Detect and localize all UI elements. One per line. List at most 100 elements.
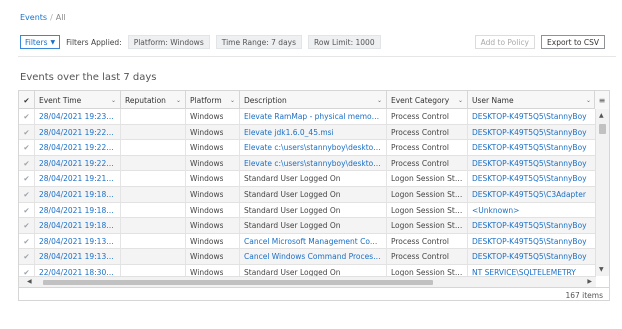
- cell-user-name[interactable]: DESKTOP-K49T5Q5\StannyBoy: [468, 233, 596, 249]
- cell-event-time[interactable]: 28/04/2021 19:22:48: [35, 124, 121, 140]
- cell-event-time-text[interactable]: 28/04/2021 19:18:15: [39, 221, 116, 230]
- cell-user-name-text[interactable]: DESKTOP-K49T5Q5\StannyBoy: [472, 221, 587, 230]
- select-all-checkbox[interactable]: ✔: [19, 91, 35, 109]
- table-row[interactable]: ✔ 28/04/2021 19:18:19 Windows Standard User…: [19, 202, 596, 219]
- row-checkbox[interactable]: ✔: [19, 233, 35, 249]
- chevron-down-icon[interactable]: ⌄: [377, 97, 382, 104]
- cell-user-name[interactable]: DESKTOP-K49T5Q5\StannyBoy: [468, 140, 596, 156]
- scroll-down-icon[interactable]: ▼: [599, 266, 604, 273]
- cell-user-name-text[interactable]: DESKTOP-K49T5Q5\StannyBoy: [472, 143, 587, 152]
- cell-user-name[interactable]: DESKTOP-K49T5Q5\StannyBoy: [468, 124, 596, 140]
- cell-description[interactable]: Elevate jdk1.6.0_45.msi: [240, 124, 387, 140]
- table-row[interactable]: ✔ 28/04/2021 19:22:38 Windows Elevate c:\us…: [19, 140, 596, 156]
- cell-description-text[interactable]: Cancel Microsoft Management Console: [244, 237, 382, 246]
- cell-event-time[interactable]: 28/04/2021 19:18:19: [35, 202, 121, 218]
- cell-event-time[interactable]: 28/04/2021 19:18:15: [35, 218, 121, 234]
- cell-description[interactable]: Elevate c:\users\stannyboy\desktop\de...: [240, 155, 387, 171]
- cell-user-name-text[interactable]: DESKTOP-K49T5Q5\StannyBoy: [472, 128, 587, 137]
- cell-description-text[interactable]: Elevate c:\users\stannyboy\desktop\de...: [244, 143, 382, 152]
- cell-event-time-text[interactable]: 28/04/2021 19:22:32: [39, 159, 116, 168]
- cell-description-text[interactable]: Cancel Windows Command Processor: [244, 252, 382, 261]
- cell-event-time-text[interactable]: 28/04/2021 19:18:51: [39, 190, 116, 199]
- cell-user-name[interactable]: NT SERVICE\SQLTELEMETRY: [468, 264, 596, 276]
- chevron-down-icon[interactable]: ⌄: [230, 97, 235, 104]
- cell-event-time-text[interactable]: 28/04/2021 19:23:12: [39, 112, 116, 121]
- cell-event-time-text[interactable]: 28/04/2021 19:13:39: [39, 252, 116, 261]
- cell-user-name-text[interactable]: NT SERVICE\SQLTELEMETRY: [472, 268, 576, 276]
- cell-event-time[interactable]: 28/04/2021 19:22:32: [35, 155, 121, 171]
- cell-user-name-text[interactable]: DESKTOP-K49T5Q5\StannyBoy: [472, 159, 587, 168]
- cell-user-name-text[interactable]: DESKTOP-K49T5Q5\C3Adapter: [472, 190, 586, 199]
- row-checkbox[interactable]: ✔: [19, 109, 35, 124]
- filter-chip-row-limit[interactable]: Row Limit: 1000: [308, 35, 381, 49]
- vertical-scrollbar[interactable]: ▲ ▼: [595, 109, 609, 276]
- row-checkbox[interactable]: ✔: [19, 171, 35, 187]
- cell-event-time[interactable]: 28/04/2021 19:23:12: [35, 109, 121, 124]
- row-checkbox[interactable]: ✔: [19, 218, 35, 234]
- cell-description[interactable]: Cancel Windows Command Processor: [240, 249, 387, 265]
- cell-user-name-text[interactable]: DESKTOP-K49T5Q5\StannyBoy: [472, 237, 587, 246]
- cell-description[interactable]: Cancel Microsoft Management Console: [240, 233, 387, 249]
- scroll-right-icon[interactable]: ▶: [587, 278, 592, 285]
- cell-description[interactable]: Elevate c:\users\stannyboy\desktop\de...: [240, 140, 387, 156]
- cell-event-time[interactable]: 28/04/2021 19:22:38: [35, 140, 121, 156]
- table-row[interactable]: ✔ 28/04/2021 19:18:51 Windows Standard User…: [19, 186, 596, 203]
- column-menu-icon[interactable]: ≡: [594, 91, 609, 109]
- cell-user-name-text[interactable]: DESKTOP-K49T5Q5\StannyBoy: [472, 252, 587, 261]
- cell-event-time-text[interactable]: 28/04/2021 19:13:46: [39, 237, 116, 246]
- table-row[interactable]: ✔ 28/04/2021 19:18:15 Windows Standard User…: [19, 218, 596, 234]
- cell-event-time-text[interactable]: 22/04/2021 18:30:08: [39, 268, 116, 276]
- add-to-policy-button[interactable]: Add to Policy: [474, 35, 536, 49]
- scroll-up-icon[interactable]: ▲: [599, 112, 604, 119]
- row-checkbox[interactable]: ✔: [19, 155, 35, 171]
- cell-event-time-text[interactable]: 28/04/2021 19:21:54: [39, 174, 116, 183]
- cell-event-time[interactable]: 28/04/2021 19:13:39: [35, 249, 121, 265]
- filter-chip-time-range[interactable]: Time Range: 7 days: [215, 35, 303, 49]
- filters-button[interactable]: Filters ▼: [20, 35, 61, 49]
- column-header-reputation[interactable]: Reputation ⌄: [121, 91, 186, 109]
- column-header-description[interactable]: Description ⌄: [240, 91, 387, 109]
- table-row[interactable]: ✔ 28/04/2021 19:21:54 Windows Standard User…: [19, 171, 596, 187]
- cell-event-time[interactable]: 22/04/2021 18:30:08: [35, 264, 121, 276]
- table-row[interactable]: ✔ 28/04/2021 19:22:48 Windows Elevate jdk1.…: [19, 124, 596, 141]
- cell-event-time-text[interactable]: 28/04/2021 19:22:48: [39, 128, 116, 137]
- chevron-down-icon[interactable]: ⌄: [176, 97, 181, 104]
- cell-user-name[interactable]: DESKTOP-K49T5Q5\StannyBoy: [468, 218, 596, 234]
- cell-description-text[interactable]: Elevate c:\users\stannyboy\desktop\de...: [244, 159, 382, 168]
- cell-user-name-text[interactable]: <Unknown>: [472, 206, 519, 215]
- cell-event-time[interactable]: 28/04/2021 19:21:54: [35, 171, 121, 187]
- cell-user-name[interactable]: DESKTOP-K49T5Q5\StannyBoy: [468, 155, 596, 171]
- scroll-thumb[interactable]: [599, 124, 606, 134]
- cell-event-time-text[interactable]: 28/04/2021 19:22:38: [39, 143, 116, 152]
- row-checkbox[interactable]: ✔: [19, 124, 35, 140]
- cell-user-name[interactable]: DESKTOP-K49T5Q5\StannyBoy: [468, 171, 596, 187]
- horizontal-scrollbar[interactable]: ◀ ▶: [19, 276, 596, 287]
- row-checkbox[interactable]: ✔: [19, 264, 35, 276]
- scroll-thumb[interactable]: [43, 280, 433, 285]
- table-row[interactable]: ✔ 22/04/2021 18:30:08 Windows Standard User…: [19, 264, 596, 276]
- table-row[interactable]: ✔ 28/04/2021 19:13:46 Windows Cancel Micros…: [19, 233, 596, 250]
- table-row[interactable]: ✔ 28/04/2021 19:23:12 Windows Elevate RamMa…: [19, 109, 596, 125]
- row-checkbox[interactable]: ✔: [19, 249, 35, 265]
- cell-event-time-text[interactable]: 28/04/2021 19:18:19: [39, 206, 116, 215]
- cell-event-time[interactable]: 28/04/2021 19:13:46: [35, 233, 121, 249]
- cell-user-name[interactable]: DESKTOP-K49T5Q5\StannyBoy: [468, 109, 596, 124]
- cell-user-name-text[interactable]: DESKTOP-K49T5Q5\StannyBoy: [472, 112, 587, 121]
- cell-user-name[interactable]: <Unknown>: [468, 202, 596, 218]
- column-header-user-name[interactable]: User Name ⌄: [468, 91, 596, 109]
- cell-user-name[interactable]: DESKTOP-K49T5Q5\C3Adapter: [468, 186, 596, 202]
- cell-description[interactable]: Elevate RamMap - physical memory an...: [240, 109, 387, 124]
- chevron-down-icon[interactable]: ⌄: [111, 97, 116, 104]
- breadcrumb-events-link[interactable]: Events: [20, 13, 47, 22]
- row-checkbox[interactable]: ✔: [19, 140, 35, 156]
- cell-user-name-text[interactable]: DESKTOP-K49T5Q5\StannyBoy: [472, 174, 587, 183]
- table-row[interactable]: ✔ 28/04/2021 19:13:39 Windows Cancel Window…: [19, 249, 596, 265]
- chevron-down-icon[interactable]: ⌄: [586, 97, 591, 104]
- column-header-event-time[interactable]: Event Time ⌄: [35, 91, 121, 109]
- export-csv-button[interactable]: Export to CSV: [541, 35, 605, 49]
- chevron-down-icon[interactable]: ⌄: [458, 97, 463, 104]
- cell-description-text[interactable]: Elevate RamMap - physical memory an...: [244, 112, 382, 121]
- filter-chip-platform[interactable]: Platform: Windows: [127, 35, 210, 49]
- cell-user-name[interactable]: DESKTOP-K49T5Q5\StannyBoy: [468, 249, 596, 265]
- cell-description-text[interactable]: Elevate jdk1.6.0_45.msi: [244, 128, 334, 137]
